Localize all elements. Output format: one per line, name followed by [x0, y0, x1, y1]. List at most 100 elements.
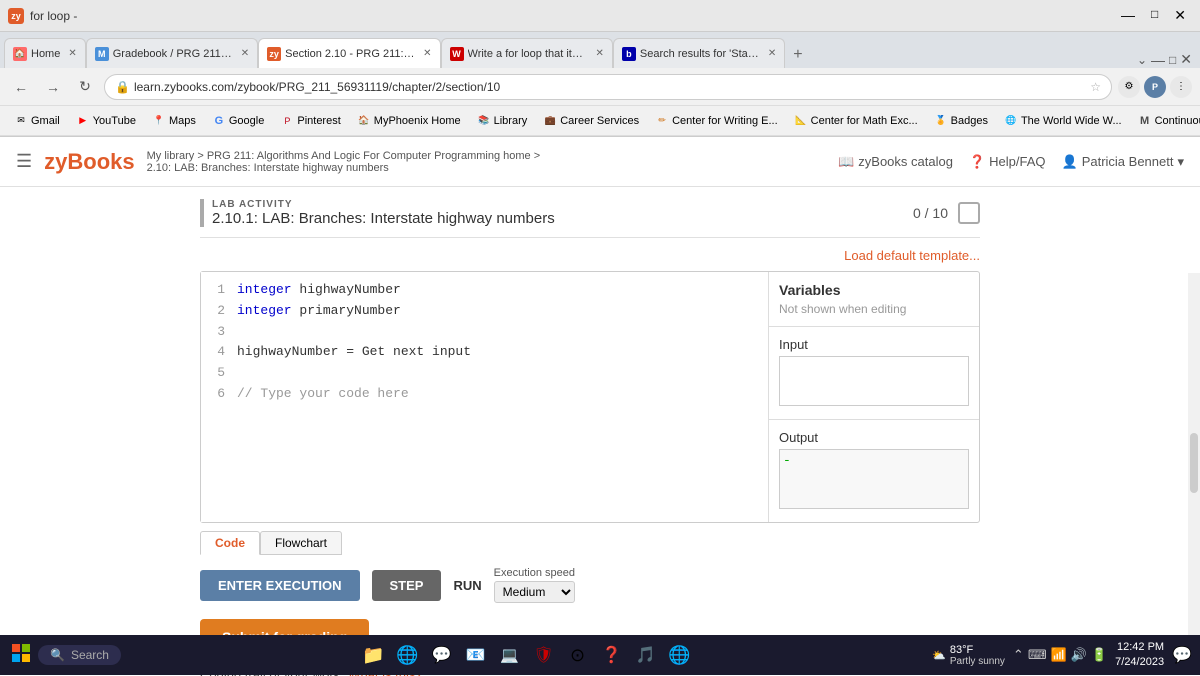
minimize-icon[interactable]: —: [1115, 7, 1141, 24]
battery-icon[interactable]: 🔋: [1091, 647, 1107, 663]
bookmark-continuous-label: Continuous Compo...: [1155, 115, 1200, 127]
search-box[interactable]: 🔍 Search: [38, 645, 121, 665]
tabs-bar: 🏠 Home ✕ M Gradebook / PRG 211: Algorith…: [0, 32, 1200, 68]
clock[interactable]: 12:42 PM 7/24/2023: [1115, 640, 1164, 671]
home-favicon: 🏠: [13, 47, 27, 61]
tab-section-close[interactable]: ✕: [423, 48, 431, 59]
writing-icon: ✏: [655, 114, 669, 128]
main-scroll-area: LAB ACTIVITY 2.10.1: LAB: Branches: Inte…: [0, 187, 1200, 676]
taskbar-browser2-icon[interactable]: 🌐: [664, 639, 696, 671]
taskbar-mail-icon[interactable]: 📧: [460, 639, 492, 671]
search-icon: 🔍: [50, 648, 65, 662]
bookmark-gmail[interactable]: ✉ Gmail: [8, 112, 66, 130]
star-icon[interactable]: ☆: [1090, 80, 1101, 94]
taskbar-right: ⛅ 83°F Partly sunny ⌃ ⌨ 📶 🔊 🔋 12:42 PM 7…: [932, 640, 1192, 671]
close-icon[interactable]: ✕: [1168, 7, 1192, 24]
taskbar-chat-icon[interactable]: 💬: [426, 639, 458, 671]
tab-chevron-down-icon[interactable]: ⌄: [1137, 53, 1147, 67]
output-textarea[interactable]: -: [779, 449, 969, 509]
network-icon[interactable]: 📶: [1051, 647, 1067, 663]
lab-checkbox[interactable]: [958, 202, 980, 224]
myphoenix-icon: 🏠: [357, 114, 371, 128]
bookmark-maps[interactable]: 📍 Maps: [146, 112, 202, 130]
forward-button[interactable]: →: [40, 74, 66, 100]
taskbar-dell-icon[interactable]: 💻: [494, 639, 526, 671]
speed-select[interactable]: Slow Medium Fast: [494, 581, 575, 603]
start-button[interactable]: [8, 640, 34, 671]
tab-flowchart[interactable]: Flowchart: [260, 531, 342, 555]
taskbar-edge-icon[interactable]: 🌐: [392, 639, 424, 671]
input-textarea[interactable]: [779, 356, 969, 406]
hamburger-menu-icon[interactable]: ☰: [16, 151, 32, 172]
speed-label: Execution speed: [494, 567, 575, 579]
code-editor[interactable]: 1 integer highwayNumber 2 integer primar…: [201, 272, 769, 522]
scrollbar[interactable]: [1188, 273, 1200, 636]
bookmark-worldwidew[interactable]: 🌐 The World Wide W...: [998, 112, 1128, 130]
browser-chrome: zy for loop - — □ ✕ 🏠 Home ✕ M Gradebook…: [0, 0, 1200, 137]
tab-search[interactable]: b Search results for 'Statistics are e..…: [613, 38, 785, 68]
restore-tab-icon[interactable]: □: [1169, 53, 1176, 67]
pinterest-icon: P: [280, 114, 294, 128]
tab-home[interactable]: 🏠 Home ✕: [4, 38, 86, 68]
scrollbar-thumb[interactable]: [1190, 433, 1198, 493]
close-tab-icon[interactable]: ✕: [1180, 51, 1192, 68]
code-area: 1 integer highwayNumber 2 integer primar…: [200, 271, 980, 523]
menu-icon[interactable]: ⋮: [1170, 76, 1192, 98]
chevron-up-icon[interactable]: ⌃: [1013, 647, 1024, 663]
keyboard-icon[interactable]: ⌨: [1028, 647, 1047, 663]
code-line-1: 1 integer highwayNumber: [209, 280, 760, 301]
extensions-icon[interactable]: ⚙: [1118, 76, 1140, 98]
refresh-button[interactable]: ↻: [72, 74, 98, 100]
bookmark-writing-label: Center for Writing E...: [672, 115, 778, 127]
bookmark-youtube[interactable]: ▶ YouTube: [70, 112, 142, 130]
enter-execution-button[interactable]: ENTER EXECUTION: [200, 570, 360, 601]
taskbar-help-icon[interactable]: ❓: [596, 639, 628, 671]
taskbar-chrome-icon[interactable]: ⊙: [562, 639, 594, 671]
taskbar-spotify-icon[interactable]: 🎵: [630, 639, 662, 671]
load-template-link[interactable]: Load default template...: [844, 248, 980, 263]
tab-gradebook-close[interactable]: ✕: [241, 48, 249, 59]
bookmark-pinterest-label: Pinterest: [297, 115, 340, 127]
bookmark-writing[interactable]: ✏ Center for Writing E...: [649, 112, 784, 130]
profile-icon[interactable]: P: [1144, 76, 1166, 98]
forloop-favicon: W: [450, 47, 464, 61]
variables-title: Variables: [779, 282, 969, 298]
bookmark-career[interactable]: 💼 Career Services: [537, 112, 645, 130]
back-button[interactable]: ←: [8, 74, 34, 100]
address-bar[interactable]: 🔒 learn.zybooks.com/zybook/PRG_211_56931…: [104, 74, 1112, 100]
notification-icon[interactable]: 💬: [1172, 645, 1192, 665]
breadcrumb: My library > PRG 211: Algorithms And Log…: [147, 150, 541, 174]
tab-home-close[interactable]: ✕: [68, 48, 76, 59]
bookmark-pinterest[interactable]: P Pinterest: [274, 112, 346, 130]
bookmark-library[interactable]: 📚 Library: [471, 112, 534, 130]
tab-forloop-close[interactable]: ✕: [596, 48, 604, 59]
window-controls[interactable]: — □ ✕: [1115, 7, 1192, 24]
tab-section[interactable]: zy Section 2.10 - PRG 211: Algorith... ✕: [258, 38, 440, 68]
breadcrumb-sub: 2.10: LAB: Branches: Interstate highway …: [147, 162, 541, 174]
help-button[interactable]: ❓ Help/FAQ: [969, 154, 1046, 170]
new-tab-button[interactable]: +: [785, 42, 810, 68]
taskbar-files-icon[interactable]: 📁: [358, 639, 390, 671]
tab-gradebook[interactable]: M Gradebook / PRG 211: Algorithm... ✕: [86, 38, 258, 68]
tab-forloop[interactable]: W Write a for loop that iterates nu... ✕: [441, 38, 613, 68]
load-template-area: Load default template...: [200, 248, 980, 263]
taskbar-mcafee-icon[interactable]: 🛡: [528, 639, 560, 671]
volume-icon[interactable]: 🔊: [1071, 647, 1087, 663]
bookmark-continuous[interactable]: M Continuous Compo...: [1132, 112, 1200, 130]
user-menu-button[interactable]: 👤 Patricia Bennett ▾: [1062, 154, 1185, 170]
bookmark-google[interactable]: G Google: [206, 112, 270, 130]
input-panel: Input: [769, 327, 979, 420]
bookmark-math[interactable]: 📐 Center for Math Exc...: [788, 112, 924, 130]
tab-search-close[interactable]: ✕: [768, 48, 776, 59]
maximize-icon[interactable]: □: [1145, 7, 1164, 24]
zybooks-catalog-button[interactable]: 📖 zyBooks catalog: [838, 154, 953, 170]
tab-code[interactable]: Code: [200, 531, 260, 555]
run-button[interactable]: RUN: [453, 578, 481, 593]
code-line-3: 3: [209, 322, 760, 343]
bookmark-badges[interactable]: 🏅 Badges: [928, 112, 994, 130]
minimize-tab-icon[interactable]: —: [1151, 52, 1165, 68]
step-button[interactable]: STEP: [372, 570, 442, 601]
worldwidew-icon: 🌐: [1004, 114, 1018, 128]
execution-bar: ENTER EXECUTION STEP RUN Execution speed…: [200, 567, 980, 603]
bookmark-myphoenix[interactable]: 🏠 MyPhoenix Home: [351, 112, 467, 130]
